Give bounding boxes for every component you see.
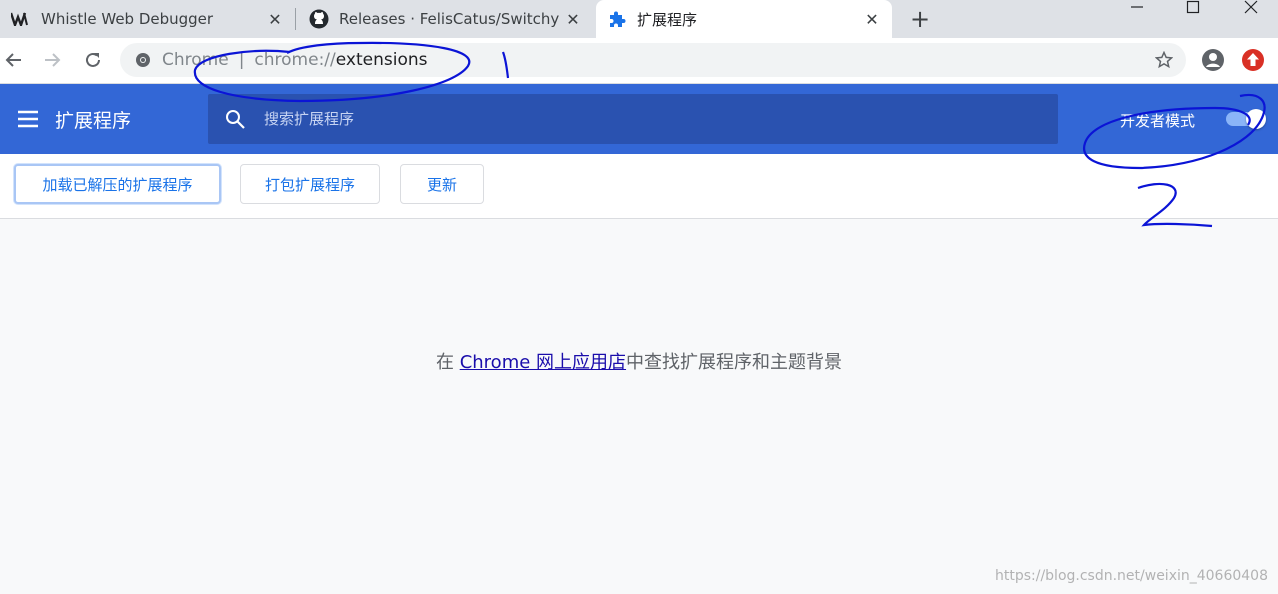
tab-whistle[interactable]: Whistle Web Debugger ✕: [0, 0, 295, 38]
tab-title: Whistle Web Debugger: [41, 10, 214, 28]
forward-icon[interactable]: [38, 46, 66, 74]
omnibox-separator: |: [238, 50, 245, 70]
close-icon[interactable]: ✕: [862, 9, 882, 29]
new-tab-icon[interactable]: +: [906, 5, 934, 33]
reload-icon[interactable]: [79, 46, 107, 74]
load-unpacked-button[interactable]: 加载已解压的扩展程序: [14, 164, 221, 204]
developer-mode-toggle[interactable]: [1226, 109, 1266, 129]
github-icon: [308, 8, 330, 30]
puzzle-icon: [606, 8, 628, 30]
bookmark-star-icon[interactable]: [1154, 50, 1174, 70]
url-prefix: chrome://: [254, 50, 336, 70]
close-icon[interactable]: ✕: [265, 9, 285, 29]
profile-avatar-icon[interactable]: [1200, 47, 1226, 73]
back-icon[interactable]: [0, 46, 28, 74]
web-store-link[interactable]: Chrome 网上应用店: [460, 352, 626, 373]
message-prefix: 在: [435, 352, 460, 373]
search-box: [208, 94, 1058, 144]
empty-state-message: 在 Chrome 网上应用店中查找扩展程序和主题背景: [0, 348, 1278, 374]
search-icon: [224, 108, 246, 130]
url-path: extensions: [335, 50, 428, 70]
chrome-icon: [134, 51, 152, 69]
tab-github-releases[interactable]: Releases · FelisCatus/SwitchyO ✕: [298, 0, 593, 38]
search-input[interactable]: [264, 110, 1024, 128]
window-close-icon[interactable]: [1226, 0, 1276, 14]
minimize-icon[interactable]: [1112, 0, 1162, 14]
close-icon[interactable]: ✕: [563, 9, 583, 29]
omnibox-url: chrome://extensions: [254, 50, 427, 70]
tab-title: 扩展程序: [637, 10, 698, 29]
developer-mode-label: 开发者模式: [1120, 112, 1196, 130]
action-bar: 加载已解压的扩展程序 打包扩展程序 更新: [0, 154, 1278, 219]
watermark: https://blog.csdn.net/weixin_40660408: [994, 568, 1268, 584]
hamburger-menu-icon[interactable]: [17, 108, 39, 130]
tab-title: Releases · FelisCatus/SwitchyO: [339, 10, 559, 28]
pack-extension-button[interactable]: 打包扩展程序: [240, 164, 380, 204]
extensions-header: 扩展程序 开发者模式: [0, 84, 1278, 154]
tab-strip: Whistle Web Debugger ✕ Releases · FelisC…: [0, 0, 1278, 38]
chrome-window: Whistle Web Debugger ✕ Releases · FelisC…: [0, 0, 1278, 594]
omnibox[interactable]: Chrome | chrome://extensions: [120, 43, 1186, 77]
omnibox-scheme-label: Chrome: [162, 50, 229, 70]
maximize-icon[interactable]: [1168, 0, 1218, 14]
message-suffix: 中查找扩展程序和主题背景: [626, 352, 843, 373]
browser-toolbar: Chrome | chrome://extensions: [0, 38, 1278, 84]
tab-divider: [295, 8, 296, 30]
extension-upload-icon[interactable]: [1240, 47, 1266, 73]
toggle-knob: [1246, 109, 1266, 129]
page-title: 扩展程序: [55, 110, 132, 132]
whistle-icon: [10, 8, 32, 30]
update-button[interactable]: 更新: [400, 164, 484, 204]
tab-extensions[interactable]: 扩展程序 ✕: [596, 0, 892, 38]
